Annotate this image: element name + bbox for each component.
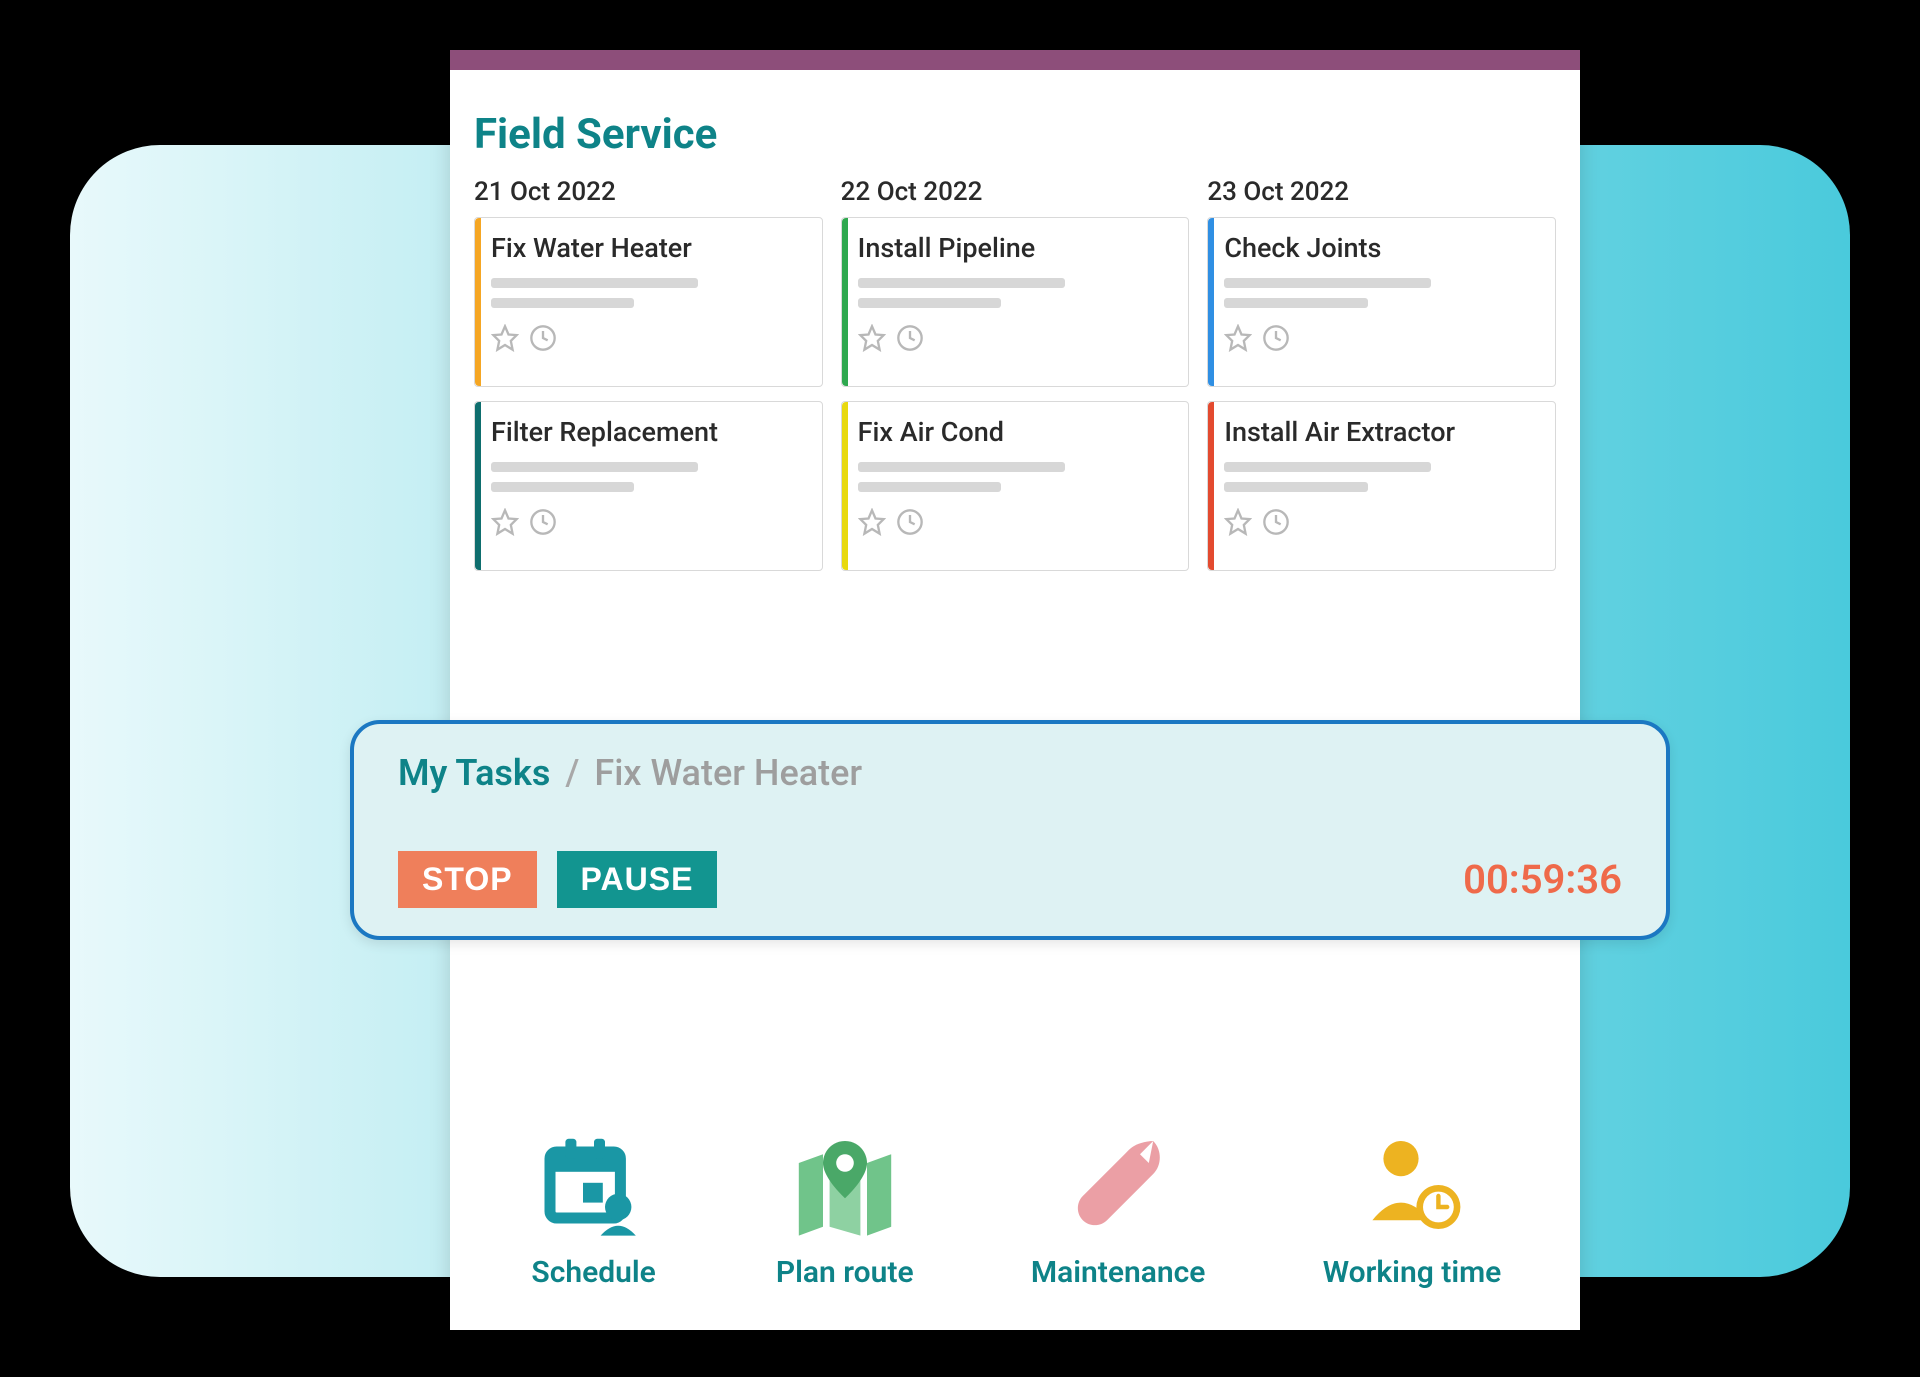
placeholder-line — [1224, 278, 1431, 288]
bottom-nav: Schedule Plan route Maintenance — [450, 1125, 1580, 1290]
app-window: Field Service 21 Oct 2022 Fix Water Heat… — [450, 50, 1580, 1330]
clock-icon[interactable] — [896, 324, 924, 356]
card-title: Install Pipeline — [858, 232, 1177, 264]
task-card[interactable]: Fix Air Cond — [841, 401, 1190, 571]
placeholder-line — [1224, 298, 1367, 308]
task-card[interactable]: Check Joints — [1207, 217, 1556, 387]
nav-item-plan-route[interactable]: Plan route — [776, 1125, 914, 1290]
active-task-panel: My Tasks / Fix Water Heater STOP PAUSE 0… — [350, 720, 1670, 940]
placeholder-line — [491, 462, 698, 472]
clock-icon[interactable] — [529, 508, 557, 540]
nav-label: Maintenance — [1031, 1255, 1206, 1290]
task-card[interactable]: Filter Replacement — [474, 401, 823, 571]
column-date: 21 Oct 2022 — [474, 177, 823, 207]
placeholder-line — [491, 298, 634, 308]
star-icon[interactable] — [858, 508, 886, 540]
placeholder-line — [491, 482, 634, 492]
task-card[interactable]: Install Air Extractor — [1207, 401, 1556, 571]
nav-label: Plan route — [776, 1255, 914, 1290]
placeholder-line — [491, 278, 698, 288]
clock-icon[interactable] — [1262, 324, 1290, 356]
calendar-user-icon — [529, 1125, 659, 1245]
window-titlebar — [450, 50, 1580, 70]
date-column: 21 Oct 2022 Fix Water Heater — [474, 177, 823, 585]
placeholder-line — [1224, 462, 1431, 472]
breadcrumb: My Tasks / Fix Water Heater — [398, 752, 1622, 794]
column-date: 22 Oct 2022 — [841, 177, 1190, 207]
card-title: Fix Water Heater — [491, 232, 810, 264]
clock-icon[interactable] — [1262, 508, 1290, 540]
breadcrumb-current: Fix Water Heater — [594, 752, 862, 794]
map-pin-icon — [780, 1125, 910, 1245]
placeholder-line — [858, 462, 1065, 472]
wrench-icon — [1053, 1125, 1183, 1245]
placeholder-line — [858, 482, 1001, 492]
clock-icon[interactable] — [896, 508, 924, 540]
nav-item-schedule[interactable]: Schedule — [529, 1125, 659, 1290]
date-column: 22 Oct 2022 Install Pipeline Fix Air Con… — [841, 177, 1190, 585]
card-title: Filter Replacement — [491, 416, 810, 448]
pause-button[interactable]: PAUSE — [557, 851, 718, 908]
placeholder-line — [1224, 482, 1367, 492]
user-clock-icon — [1347, 1125, 1477, 1245]
task-card[interactable]: Install Pipeline — [841, 217, 1190, 387]
clock-icon[interactable] — [529, 324, 557, 356]
nav-item-maintenance[interactable]: Maintenance — [1031, 1125, 1206, 1290]
star-icon[interactable] — [858, 324, 886, 356]
column-date: 23 Oct 2022 — [1207, 177, 1556, 207]
star-icon[interactable] — [491, 324, 519, 356]
card-title: Install Air Extractor — [1224, 416, 1543, 448]
star-icon[interactable] — [1224, 324, 1252, 356]
breadcrumb-separator: / — [565, 752, 579, 794]
timer-display: 00:59:36 — [1463, 856, 1622, 903]
placeholder-line — [858, 278, 1065, 288]
stop-button[interactable]: STOP — [398, 851, 537, 908]
task-columns: 21 Oct 2022 Fix Water Heater — [474, 177, 1556, 585]
nav-label: Schedule — [531, 1255, 655, 1290]
star-icon[interactable] — [1224, 508, 1252, 540]
nav-item-working-time[interactable]: Working time — [1323, 1125, 1502, 1290]
nav-label: Working time — [1323, 1255, 1502, 1290]
star-icon[interactable] — [491, 508, 519, 540]
card-title: Check Joints — [1224, 232, 1543, 264]
card-title: Fix Air Cond — [858, 416, 1177, 448]
date-column: 23 Oct 2022 Check Joints Install Air Ext… — [1207, 177, 1556, 585]
placeholder-line — [858, 298, 1001, 308]
breadcrumb-root[interactable]: My Tasks — [398, 752, 550, 794]
task-card[interactable]: Fix Water Heater — [474, 217, 823, 387]
app-title: Field Service — [474, 110, 1556, 159]
